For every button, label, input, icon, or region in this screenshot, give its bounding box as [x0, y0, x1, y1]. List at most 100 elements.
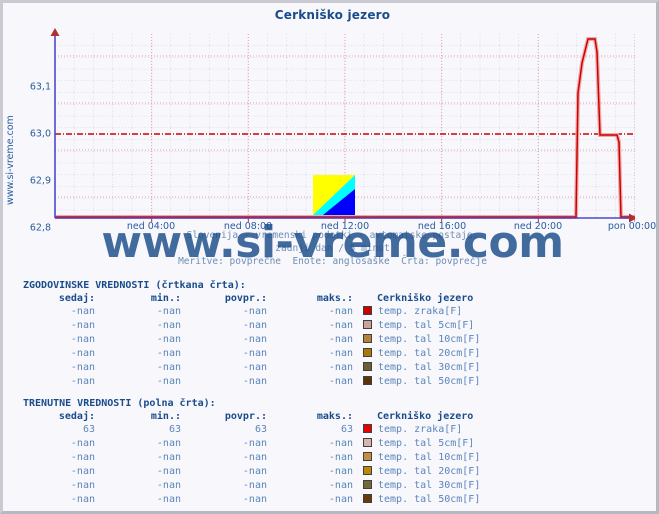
series-color-swatch — [363, 424, 372, 433]
table-row: -nan -nan -nan -nan temp. tal 30cm[F] — [23, 361, 486, 375]
cell-maks: -nan — [328, 480, 353, 491]
y-axis-group — [50, 28, 60, 218]
cell-sedaj: -nan — [70, 320, 95, 331]
caption-line-1: Slovenija - vremenski podatki - avtomats… — [186, 230, 479, 241]
col-header-min: min.: — [150, 411, 181, 422]
cell-series: temp. tal 5cm[F] — [359, 319, 486, 333]
cell-min: -nan — [156, 466, 181, 477]
cell-maks: -nan — [328, 376, 353, 387]
cell-min: 63 — [168, 424, 181, 435]
cell-povpr: -nan — [242, 306, 267, 317]
y-tick-label: 63,1 — [29, 81, 51, 93]
series-color-swatch — [363, 362, 372, 371]
cell-sedaj: -nan — [70, 348, 95, 359]
y-tick-label: 62,9 — [29, 175, 51, 187]
cell-sedaj: 63 — [82, 424, 95, 435]
legend-current-table: sedaj: min.: povpr.: maks.: Cerkniško je… — [23, 411, 486, 507]
series-label: temp. zraka[F] — [378, 306, 463, 317]
y-axis-labels: 63,1 63,0 62,9 62,8 — [3, 34, 51, 234]
table-row: -nan -nan -nan -nan temp. tal 5cm[F] — [23, 319, 486, 333]
cell-series: temp. tal 50cm[F] — [359, 375, 486, 389]
cell-series: temp. zraka[F] — [359, 305, 486, 319]
col-header-sedaj: sedaj: — [58, 293, 95, 304]
cell-series: temp. tal 50cm[F] — [359, 493, 486, 507]
cell-sedaj: -nan — [70, 480, 95, 491]
color-sample-square — [313, 175, 355, 215]
cell-min: -nan — [156, 320, 181, 331]
caption-line-2: zadnji dan / 5 minut — [275, 243, 390, 254]
table-row: -nan -nan -nan -nan temp. tal 30cm[F] — [23, 479, 486, 493]
col-header-maks: maks.: — [316, 293, 353, 304]
cell-min: -nan — [156, 348, 181, 359]
cell-povpr: -nan — [242, 494, 267, 505]
cell-maks: -nan — [328, 306, 353, 317]
cell-povpr: -nan — [242, 334, 267, 345]
cell-maks: -nan — [328, 494, 353, 505]
cell-min: -nan — [156, 376, 181, 387]
cell-series: temp. tal 30cm[F] — [359, 361, 486, 375]
cell-maks: 63 — [340, 424, 353, 435]
cell-maks: -nan — [328, 362, 353, 373]
cell-sedaj: -nan — [70, 362, 95, 373]
cell-povpr: -nan — [242, 376, 267, 387]
series-label: temp. tal 20cm[F] — [378, 466, 481, 477]
cell-maks: -nan — [328, 438, 353, 449]
table-row: -nan -nan -nan -nan temp. tal 20cm[F] — [23, 347, 486, 361]
cell-min: -nan — [156, 494, 181, 505]
cell-series: temp. zraka[F] — [359, 423, 486, 437]
col-header-maks: maks.: — [316, 411, 353, 422]
cell-maks: -nan — [328, 334, 353, 345]
table-row: -nan -nan -nan -nan temp. tal 10cm[F] — [23, 333, 486, 347]
table-row: -nan -nan -nan -nan temp. zraka[F] — [23, 305, 486, 319]
cell-povpr: -nan — [242, 480, 267, 491]
cell-sedaj: -nan — [70, 306, 95, 317]
series-color-swatch — [363, 438, 372, 447]
cell-series: temp. tal 10cm[F] — [359, 333, 486, 347]
series-label: temp. tal 5cm[F] — [378, 320, 475, 331]
series-color-swatch — [363, 320, 372, 329]
page-title: Cerkniško jezero — [274, 8, 391, 22]
table-row: -nan -nan -nan -nan temp. tal 20cm[F] — [23, 465, 486, 479]
series-label: temp. tal 30cm[F] — [378, 480, 481, 491]
cell-sedaj: -nan — [70, 376, 95, 387]
y-axis-arrow — [50, 28, 60, 36]
series-color-swatch — [363, 494, 372, 503]
cell-sedaj: -nan — [70, 466, 95, 477]
cell-maks: -nan — [328, 320, 353, 331]
series-color-swatch — [363, 306, 372, 315]
cell-sedaj: -nan — [70, 438, 95, 449]
col-header-sedaj: sedaj: — [58, 411, 95, 422]
series-color-swatch — [363, 466, 372, 475]
col-header-min: min.: — [150, 293, 181, 304]
cell-maks: -nan — [328, 452, 353, 463]
cell-sedaj: -nan — [70, 452, 95, 463]
cell-series: temp. tal 20cm[F] — [359, 347, 486, 361]
cell-povpr: -nan — [242, 362, 267, 373]
series-color-swatch — [363, 348, 372, 357]
legend-historic-values: ZGODOVINSKE VREDNOSTI (črtkana črta): se… — [23, 280, 643, 389]
cell-maks: -nan — [328, 348, 353, 359]
series-label: temp. tal 50cm[F] — [378, 494, 481, 505]
cell-povpr: -nan — [242, 452, 267, 463]
cell-series: temp. tal 30cm[F] — [359, 479, 486, 493]
series-label: temp. tal 5cm[F] — [378, 438, 475, 449]
cell-min: -nan — [156, 306, 181, 317]
legend-historic-caption: ZGODOVINSKE VREDNOSTI (črtkana črta): — [23, 280, 246, 291]
cell-min: -nan — [156, 480, 181, 491]
table-row: 63 63 63 63 temp. zraka[F] — [23, 423, 486, 437]
legend-current-values: TRENUTNE VREDNOSTI (polna črta): sedaj: … — [23, 398, 643, 507]
series-label: temp. tal 50cm[F] — [378, 376, 481, 387]
table-row: -nan -nan -nan -nan temp. tal 5cm[F] — [23, 437, 486, 451]
cell-sedaj: -nan — [70, 494, 95, 505]
table-row: -nan -nan -nan -nan temp. tal 50cm[F] — [23, 375, 486, 389]
cell-sedaj: -nan — [70, 334, 95, 345]
cell-min: -nan — [156, 334, 181, 345]
series-label: temp. tal 30cm[F] — [378, 362, 481, 373]
chart-caption: Slovenija - vremenski podatki - avtomats… — [3, 229, 656, 268]
cell-min: -nan — [156, 452, 181, 463]
series-label: temp. tal 10cm[F] — [378, 452, 481, 463]
cell-series: temp. tal 20cm[F] — [359, 465, 486, 479]
table-header-row: sedaj: min.: povpr.: maks.: Cerkniško je… — [23, 293, 486, 305]
cell-series: temp. tal 10cm[F] — [359, 451, 486, 465]
series-color-swatch — [363, 376, 372, 385]
